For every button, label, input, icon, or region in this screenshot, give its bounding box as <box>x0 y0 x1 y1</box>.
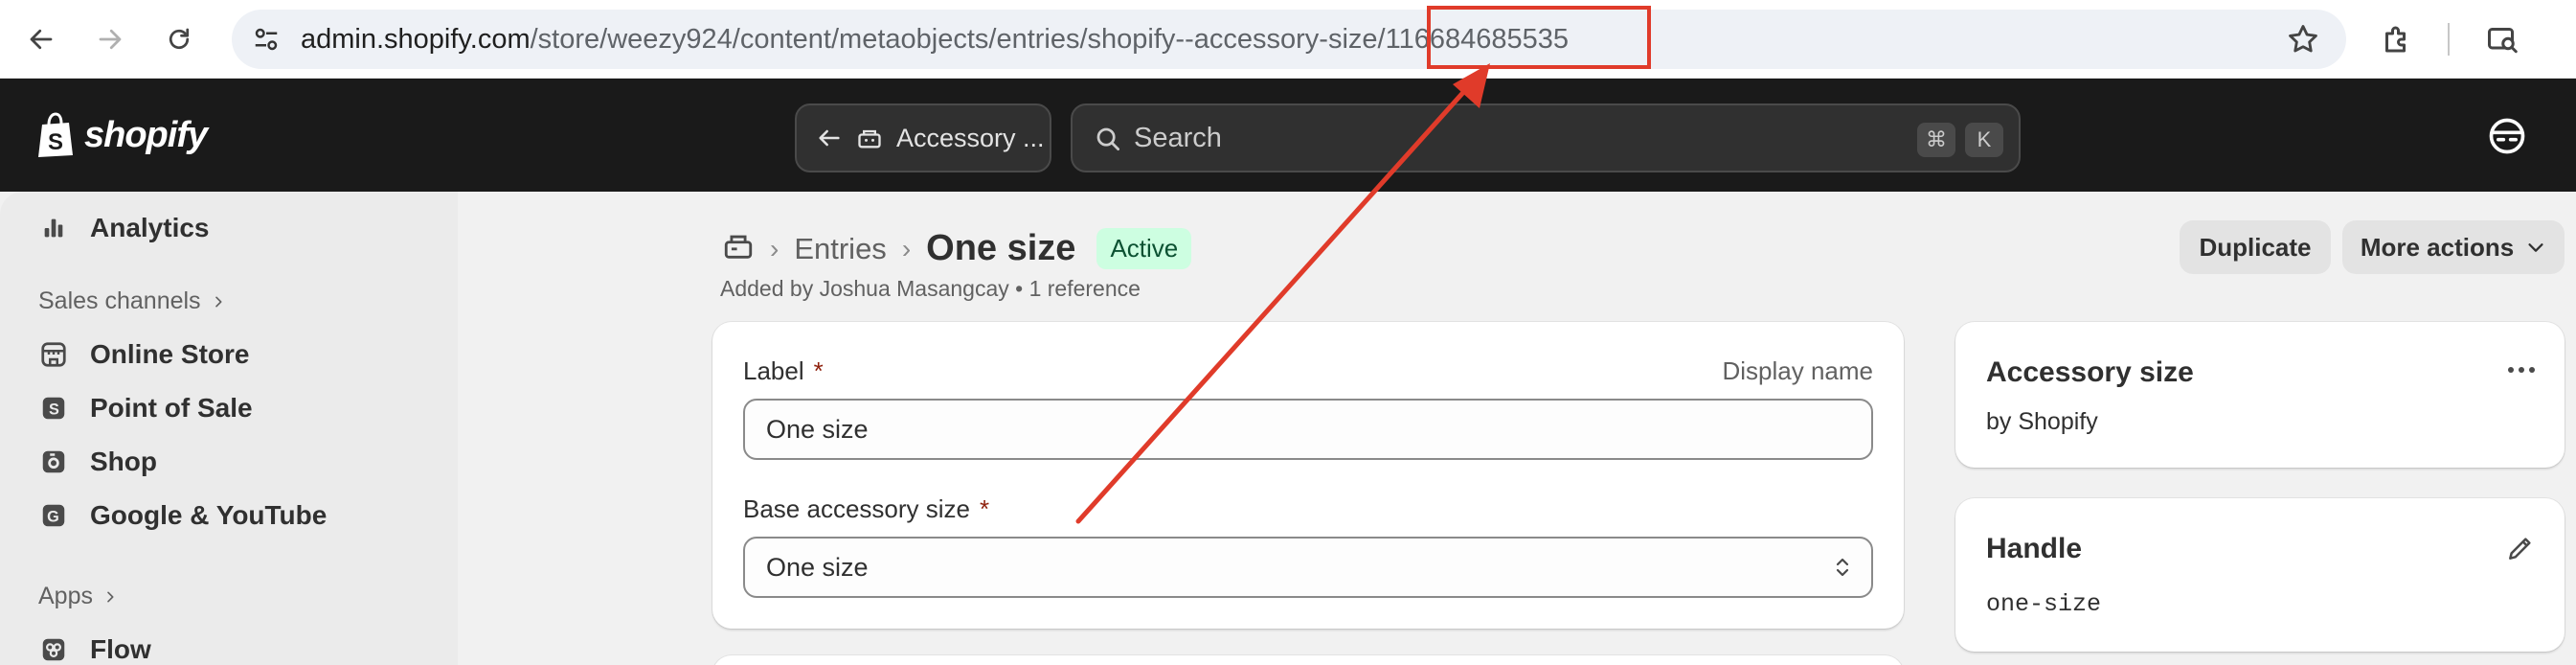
page-title: One size <box>926 228 1076 268</box>
back-arrow-icon[interactable] <box>17 15 65 63</box>
pos-bag-icon: S <box>38 393 69 424</box>
main-content: › Entries › One size Active Added by Jos… <box>458 192 2576 665</box>
definition-card: Accessory size by Shopify <box>1955 322 2565 468</box>
handle-card: Handle one-size <box>1955 498 2565 652</box>
analytics-bar-chart-icon <box>38 213 69 243</box>
google-g-icon: G <box>38 500 69 531</box>
svg-text:G: G <box>47 508 59 525</box>
url-host: admin.shopify.com <box>301 24 531 55</box>
back-to-definition-button[interactable]: Accessory ... <box>795 103 1051 172</box>
back-pill-label: Accessory ... <box>896 123 1045 152</box>
toolbar-divider <box>2448 23 2450 56</box>
breadcrumb: › Entries › One size Active <box>722 228 1192 269</box>
sidebar-item-label: Online Store <box>90 339 250 369</box>
more-horizontal-icon[interactable] <box>2505 360 2538 384</box>
sidebar-item-google-youtube[interactable]: G Google & YouTube <box>38 500 327 531</box>
search-icon <box>1096 127 1119 150</box>
label-field-label: Label * <box>743 356 824 385</box>
address-bar[interactable]: admin.shopify.com/store/weezy924/content… <box>232 10 2346 69</box>
site-settings-icon[interactable] <box>249 22 283 57</box>
chevron-down-icon <box>2528 243 2543 252</box>
sidebar-section-sales-channels[interactable]: Sales channels <box>38 287 226 315</box>
forward-arrow-icon[interactable] <box>86 15 134 63</box>
sidebar-item-online-store[interactable]: Online Store <box>38 339 249 370</box>
handle-title: Handle <box>1986 533 2083 564</box>
handle-value: one-size <box>1986 590 2102 618</box>
flow-icon <box>38 634 69 665</box>
sidebar-item-label: Shop <box>90 447 157 476</box>
definition-author: by Shopify <box>1986 408 2098 435</box>
duplicate-button[interactable]: Duplicate <box>2180 220 2331 274</box>
search-placeholder: Search <box>1134 123 1222 153</box>
breadcrumb-separator: › <box>901 233 912 264</box>
chevron-right-icon <box>215 296 222 307</box>
shopify-topbar: S shopify Accessory ... Search ⌘ K <box>0 79 2576 192</box>
extensions-puzzle-icon[interactable] <box>2375 17 2419 61</box>
duplicate-button-label: Duplicate <box>2199 232 2312 262</box>
url-id-highlight-box <box>1427 6 1651 69</box>
shop-app-icon <box>38 447 69 477</box>
sidebar-item-label: Analytics <box>90 213 210 242</box>
next-card <box>712 655 1904 665</box>
definition-title[interactable]: Accessory size <box>1986 356 2194 389</box>
metaobject-breadcrumb-icon[interactable] <box>722 230 755 267</box>
back-arrow-icon <box>819 129 840 147</box>
edit-pencil-icon[interactable] <box>2505 533 2536 568</box>
base-size-value: One size <box>766 553 869 582</box>
required-asterisk: * <box>813 356 824 385</box>
select-chevrons-icon <box>1836 558 1849 577</box>
sidebar-item-shop[interactable]: Shop <box>38 447 157 477</box>
entry-fields-card: Label * Display name One size Base access… <box>712 322 1904 629</box>
sidebar-item-label: Point of Sale <box>90 393 253 423</box>
admin-sidebar: Analytics Sales channels Online Store S … <box>0 192 458 665</box>
more-actions-label: More actions <box>2360 232 2515 262</box>
sidebar-item-point-of-sale[interactable]: S Point of Sale <box>38 393 253 424</box>
status-badge: Active <box>1096 228 1192 269</box>
shortcut-cmd-key: ⌘ <box>1917 123 1955 157</box>
section-label: Sales channels <box>38 287 201 314</box>
shopify-logo[interactable]: S shopify <box>34 111 208 159</box>
sidebar-section-apps[interactable]: Apps <box>38 583 118 610</box>
page-subtitle: Added by Joshua Masangcay • 1 reference <box>720 276 1141 301</box>
sidebar-item-analytics[interactable]: Analytics <box>38 213 210 243</box>
shopify-bag-icon: S <box>38 112 73 157</box>
sidebar-item-label: Flow <box>90 634 151 664</box>
bookmark-star-icon[interactable] <box>2285 21 2321 57</box>
store-avatar-icon[interactable] <box>2486 115 2528 157</box>
sidebar-item-flow[interactable]: Flow <box>38 634 151 665</box>
metaobject-icon <box>858 129 881 149</box>
shortcut-k-key: K <box>1965 123 2003 157</box>
storefront-icon <box>38 339 69 370</box>
label-input[interactable]: One size <box>743 399 1873 460</box>
breadcrumb-separator: › <box>770 233 780 264</box>
sidebar-item-label: Google & YouTube <box>90 500 328 530</box>
svg-text:S: S <box>48 129 63 155</box>
base-size-select[interactable]: One size <box>743 537 1873 598</box>
breadcrumb-entries-link[interactable]: Entries <box>794 232 886 266</box>
reload-icon[interactable] <box>155 15 203 63</box>
shopify-wordmark: shopify <box>84 114 208 155</box>
section-label: Apps <box>38 583 93 609</box>
more-actions-button[interactable]: More actions <box>2342 220 2565 274</box>
required-asterisk: * <box>979 494 990 523</box>
url-path: /store/weezy924/content/metaobjects/entr… <box>530 24 1378 55</box>
url-text: admin.shopify.com/store/weezy924/content… <box>301 10 1569 69</box>
svg-text:S: S <box>49 401 59 418</box>
display-name-hint: Display name <box>1722 356 1873 385</box>
browser-toolbar: admin.shopify.com/store/weezy924/content… <box>0 0 2576 79</box>
search-input[interactable]: Search ⌘ K <box>1071 103 2021 172</box>
chevron-right-icon <box>107 591 114 602</box>
tab-search-icon[interactable] <box>2480 17 2524 61</box>
base-size-field-label: Base accessory size * <box>743 494 990 523</box>
